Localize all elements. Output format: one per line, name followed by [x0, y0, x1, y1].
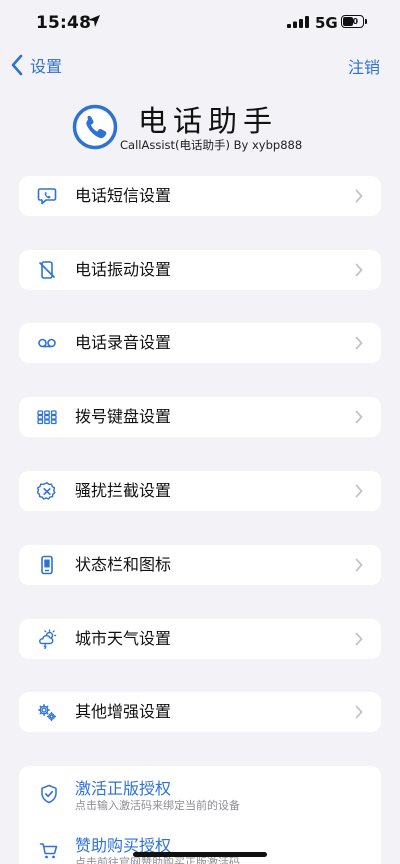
vibrate-off-icon: [39, 261, 55, 279]
phone-icon: [72, 104, 118, 150]
menu-item-label: 其他增强设置: [75, 702, 172, 721]
dialpad-icon: [37, 410, 57, 425]
status-time: 15:48: [36, 13, 92, 33]
block-icon: [37, 482, 56, 500]
voicemail-icon: [38, 338, 56, 348]
message-icon: [37, 188, 57, 205]
chevron-left-icon: [11, 54, 23, 76]
network-type: 5G: [315, 14, 338, 32]
app-subtitle: CallAssist(电话助手) By xybp888: [120, 138, 303, 152]
menu-item-other-settings[interactable]: 其他增强设置: [19, 692, 381, 732]
menu-item-recording-settings[interactable]: 电话录音设置: [19, 323, 381, 363]
menu-item-sms-settings[interactable]: 电话短信设置: [19, 176, 381, 216]
menu-item-vibration-settings[interactable]: 电话振动设置: [19, 250, 381, 290]
chevron-right-icon: [355, 632, 363, 646]
menu-item-label: 骚扰拦截设置: [75, 481, 172, 500]
back-button-label: 设置: [30, 57, 63, 76]
menu-item-label: 状态栏和图标: [75, 555, 172, 574]
chevron-right-icon: [355, 705, 363, 719]
phone-screen-icon: [41, 555, 53, 575]
menu-item-block-settings[interactable]: 骚扰拦截设置: [19, 471, 381, 511]
status-bar: 15:48 5G 30: [0, 0, 400, 44]
menu-item-label: 电话振动设置: [75, 260, 172, 279]
home-indicator[interactable]: [133, 852, 267, 857]
logout-button[interactable]: 注销: [348, 54, 380, 78]
shield-check-icon: [41, 784, 57, 804]
cellular-signal-icon: [287, 16, 309, 28]
menu-item-label: 城市天气设置: [75, 629, 172, 648]
screen: 15:48 5G 30 设置 注销 电话助手 CallAssist(电话助手) …: [0, 0, 400, 864]
activate-license-title: 激活正版授权: [75, 779, 172, 798]
battery-level: 30: [346, 17, 359, 26]
activate-license-item[interactable]: 激活正版授权 点击输入激活码来绑定当前的设备: [19, 766, 381, 822]
chevron-right-icon: [355, 410, 363, 424]
chevron-right-icon: [355, 263, 363, 277]
location-arrow-icon: [88, 15, 100, 27]
weather-icon: [39, 629, 57, 649]
menu-item-statusbar-icons[interactable]: 状态栏和图标: [19, 545, 381, 585]
cart-icon: [39, 843, 58, 859]
chevron-right-icon: [355, 189, 363, 203]
chevron-right-icon: [355, 484, 363, 498]
menu-item-label: 拨号键盘设置: [75, 407, 172, 426]
menu-item-dialpad-settings[interactable]: 拨号键盘设置: [19, 397, 381, 437]
menu-item-weather-settings[interactable]: 城市天气设置: [19, 619, 381, 659]
app-title: 电话助手: [138, 104, 279, 138]
purchase-license-item[interactable]: 赞助购买授权 点击前往官网赞助购买正版激活码: [19, 823, 381, 864]
battery-icon: 30: [341, 15, 369, 29]
activate-license-subtitle: 点击输入激活码来绑定当前的设备: [75, 799, 240, 812]
chevron-right-icon: [355, 558, 363, 572]
chevron-right-icon: [355, 336, 363, 350]
menu-item-label: 电话短信设置: [75, 186, 172, 205]
back-button[interactable]: 设置: [10, 52, 62, 78]
gears-icon: [38, 704, 57, 722]
license-group: 激活正版授权 点击输入激活码来绑定当前的设备 赞助购买授权 点击前往官网赞助购买…: [19, 766, 381, 864]
nav-bar: 设置 注销: [0, 48, 400, 82]
menu-item-label: 电话录音设置: [75, 333, 172, 352]
